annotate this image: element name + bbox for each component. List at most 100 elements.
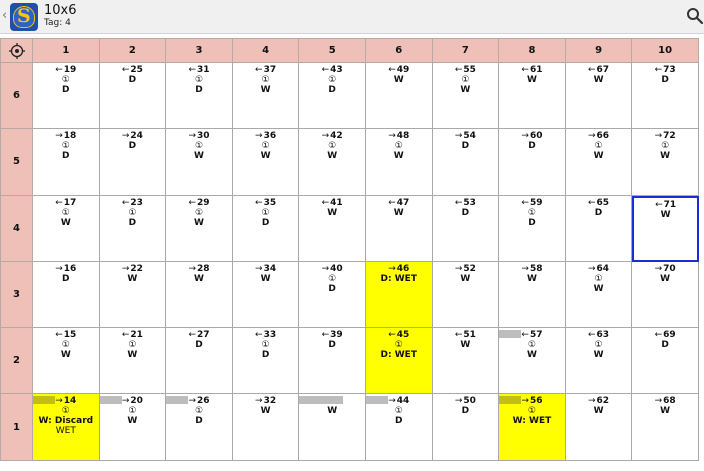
grid-cell[interactable]: ←67 W (565, 63, 633, 130)
grid-cell[interactable]: →70 W (632, 261, 699, 329)
grid-cell[interactable]: ←51 W (432, 328, 500, 395)
shield-logo-icon[interactable]: S (10, 3, 38, 31)
arrow-left-icon: ← (588, 330, 596, 341)
cell-number-value: 72 (663, 131, 676, 142)
cell-code: W (260, 85, 271, 95)
crosshair-icon[interactable] (0, 38, 33, 63)
grid-cell[interactable]: ←45 ① D: WET (365, 328, 433, 395)
grid-cell[interactable]: ←35 ① D (232, 195, 300, 262)
grid-cell[interactable]: ←27 D (166, 328, 233, 395)
circled-one-icon: ① (594, 273, 603, 284)
cell-number-value: 16 (63, 263, 77, 274)
grid-cell[interactable]: ←61 W (499, 63, 566, 130)
arrow-right-icon: → (55, 131, 63, 142)
grid-cell[interactable]: ←57 ① W (499, 328, 566, 395)
column-header: 6 (365, 38, 433, 63)
grid-cell[interactable]: →66 ① W (565, 129, 633, 196)
grid-cell[interactable]: ←23 ① D (99, 195, 167, 262)
cell-number: ←47 (366, 198, 432, 208)
grid-cell[interactable]: →24 D (99, 129, 167, 196)
circled-one-icon: ① (194, 141, 204, 152)
arrow-left-icon: ← (321, 197, 330, 208)
grid-cell[interactable]: →46 D: WET (365, 261, 433, 329)
grid-cell[interactable]: ←49 W (365, 63, 433, 130)
cell-number: →24 (100, 131, 166, 141)
cell-code: D (461, 207, 470, 218)
grid-cell[interactable]: ←65 D (565, 195, 633, 262)
cell-number-value: 35 (263, 197, 277, 208)
grid-cell[interactable]: →32 W (232, 394, 300, 461)
grid-cell[interactable]: →58 W (499, 261, 566, 329)
grid-cell[interactable]: →42 ① W (299, 129, 366, 196)
grid-cell[interactable]: →14 ① W: Discard WET (33, 394, 100, 461)
cell-number-value: 29 (196, 197, 210, 208)
crosshair-glyph (8, 42, 25, 59)
circled-one-icon: ① (394, 340, 403, 351)
grid-cell[interactable]: →72 ① W (632, 129, 699, 196)
arrow-right-icon: → (188, 396, 196, 407)
grid-cell[interactable]: ←21 ① W (99, 328, 167, 395)
cell-number-value: 58 (529, 263, 543, 274)
grid-cell[interactable]: ←71 W (632, 195, 699, 262)
grid-cell[interactable]: →56 ① W: WET (499, 394, 566, 461)
grid-cell[interactable]: →44 ① D (365, 394, 433, 461)
grid-cell[interactable]: ←47 W (365, 195, 433, 262)
grid-cell[interactable]: →60 D (499, 129, 566, 196)
grid-cell[interactable]: →38W (299, 394, 366, 461)
column-header: 5 (299, 38, 366, 63)
grid-cell[interactable]: ←25 D (99, 63, 167, 130)
grid-cell[interactable]: ←63 ① W (565, 328, 633, 395)
grid-cell[interactable]: ←73 D (632, 63, 699, 130)
grid-cell[interactable]: ←33 ① D (232, 328, 300, 395)
grid-cell[interactable]: →28 W (166, 261, 233, 329)
grid-cell[interactable]: →62 W (565, 394, 633, 461)
grid-cell[interactable]: →36 ① W (232, 129, 300, 196)
search-icon[interactable] (686, 7, 704, 25)
grid-cell[interactable]: →20 ① W (99, 394, 167, 461)
grid-cell[interactable]: ←37 ① W (232, 63, 300, 130)
grid-cell[interactable]: ←53 D (432, 195, 500, 262)
arrow-left-icon: ← (55, 65, 63, 75)
grid-cell[interactable]: →64 ① W (565, 261, 633, 329)
grid-cell[interactable]: →18 ① D (33, 129, 100, 196)
top-app-bar: ‹ S 10x6 Tag: 4 (0, 0, 704, 34)
grid-cell[interactable]: →16 D (33, 261, 100, 329)
grid-cell[interactable]: →48 ① W (365, 129, 433, 196)
arrow-right-icon: → (188, 263, 196, 274)
cell-code: D (62, 151, 70, 162)
grid-cell[interactable]: →40 ① D (299, 261, 366, 329)
arrow-left-icon: ← (388, 197, 396, 208)
grid-cell[interactable]: →22 W (99, 261, 167, 329)
arrow-left-icon: ← (655, 199, 663, 210)
grid-cell[interactable]: →30 ① W (166, 129, 233, 196)
grid-cell[interactable]: ←15 ① W (33, 328, 100, 395)
cell-code: W (60, 350, 71, 361)
grid-cell[interactable]: ←59 ① D (499, 195, 566, 262)
cell-code: W (460, 340, 471, 351)
grid-cell[interactable]: ←69 D (632, 328, 699, 395)
grid-cell[interactable]: ←19 ① D (33, 63, 100, 130)
grid-cell[interactable]: ←43 ① D (299, 63, 366, 130)
grid-cell[interactable]: ←17 ① W (33, 195, 100, 262)
grid-cell[interactable]: →52 W (432, 261, 500, 329)
grid-cell[interactable]: →26 ① D (166, 394, 233, 461)
arrow-right-icon: → (388, 263, 396, 274)
grid-cell[interactable]: ←55 ① W (432, 63, 500, 130)
grid-cell[interactable]: ←39 D (299, 328, 366, 395)
cell-code: D (328, 85, 336, 95)
grid-cell[interactable]: ←29 ① W (166, 195, 233, 262)
logo-symbol: S (17, 5, 31, 27)
back-icon[interactable]: ‹ (2, 8, 7, 24)
cell-number-value: 30 (196, 131, 210, 142)
cell-code: W (593, 75, 604, 85)
cell-number: →66 (566, 131, 632, 141)
grid-cell[interactable]: →34 W (232, 261, 300, 329)
grid-cell[interactable]: ←41 W (299, 195, 366, 262)
grid-cell[interactable]: →54 D (432, 129, 500, 196)
grid-cell[interactable]: ←31 ① D (166, 63, 233, 130)
grid-cell[interactable]: →68 W (632, 394, 699, 461)
circled-one-icon: ① (61, 75, 70, 85)
cell-number-value: 70 (663, 263, 676, 274)
grid-cell[interactable]: →50 D (432, 394, 500, 461)
status-bar (166, 396, 189, 405)
